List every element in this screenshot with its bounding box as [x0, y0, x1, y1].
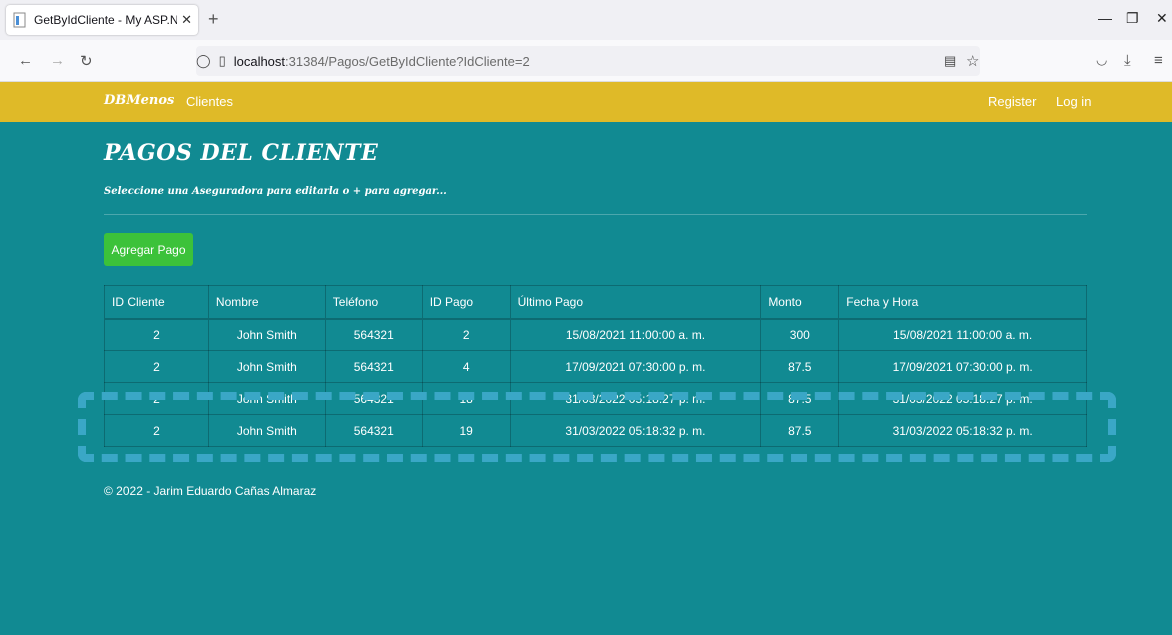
col-header-monto: Monto: [760, 285, 840, 320]
browser-tab[interactable]: GetByIdCliente - My ASP.NET A ✕: [6, 5, 198, 35]
add-payment-button[interactable]: Agregar Pago: [104, 233, 193, 266]
cell-monto: 87.5: [760, 350, 840, 383]
url-host: localhost: [233, 53, 286, 69]
bookmark-star-icon[interactable]: ☆: [966, 52, 979, 70]
menu-icon[interactable]: ≡: [1154, 52, 1163, 69]
cell-id-cliente: 2: [104, 382, 209, 415]
tab-title: GetByIdCliente - My ASP.NET A: [34, 13, 178, 27]
page-title: PAGOS DEL CLIENTE: [104, 140, 379, 166]
table-header-row: ID Cliente Nombre Teléfono ID Pago Últim…: [104, 285, 1087, 320]
cell-id-cliente: 2: [104, 414, 209, 447]
cell-telefono: 564321: [324, 382, 423, 415]
cell-fecha-hora: 31/03/2022 05:18:32 p. m.: [838, 414, 1087, 447]
nav-clientes[interactable]: Clientes: [186, 94, 233, 109]
cell-id-pago: 19: [421, 414, 511, 447]
cell-id-cliente: 2: [104, 350, 209, 383]
close-tab-icon[interactable]: ✕: [181, 12, 192, 28]
cell-fecha-hora: 17/09/2021 07:30:00 p. m.: [838, 350, 1087, 383]
browser-tabstrip: GetByIdCliente - My ASP.NET A ✕ + — ❐ ✕: [0, 0, 1172, 40]
cell-telefono: 564321: [324, 350, 423, 383]
url-text[interactable]: localhost:31384/Pagos/GetByIdCliente?IdC…: [234, 54, 530, 69]
cell-ultimo-pago: 31/03/2022 05:18:32 p. m.: [509, 414, 762, 447]
table-row[interactable]: 2 John Smith 564321 18 31/03/2022 05:18:…: [104, 382, 1087, 415]
cell-ultimo-pago: 31/03/2022 05:18:27 p. m.: [509, 382, 762, 415]
cell-id-pago: 4: [421, 350, 511, 383]
cell-telefono: 564321: [324, 414, 423, 447]
cell-monto: 87.5: [760, 382, 840, 415]
cell-monto: 87.5: [760, 414, 840, 447]
col-header-telefono: Teléfono: [324, 285, 423, 320]
col-header-fecha-hora: Fecha y Hora: [838, 285, 1087, 320]
cell-ultimo-pago: 17/09/2021 07:30:00 p. m.: [509, 350, 762, 383]
restore-icon[interactable]: ❐: [1126, 10, 1139, 27]
cell-nombre: John Smith: [207, 382, 326, 415]
cell-id-cliente: 2: [104, 318, 209, 351]
shield-icon[interactable]: ◯: [196, 53, 211, 69]
cell-id-pago: 2: [421, 318, 511, 351]
new-tab-icon[interactable]: +: [208, 9, 219, 30]
cell-fecha-hora: 31/03/2022 05:18:27 p. m.: [838, 382, 1087, 415]
close-window-icon[interactable]: ✕: [1156, 10, 1168, 27]
pocket-icon[interactable]: ◡: [1096, 52, 1107, 68]
reload-icon[interactable]: ↻: [80, 52, 93, 70]
divider: [104, 214, 1087, 215]
browser-toolbar: ← → ↻ ◯ ▯ localhost:31384/Pagos/GetByIdC…: [0, 40, 1172, 82]
brand-link[interactable]: DBMenos: [104, 93, 174, 108]
cell-ultimo-pago: 15/08/2021 11:00:00 a. m.: [509, 318, 762, 351]
page-subtitle: Seleccione una Aseguradora para editarla…: [104, 186, 447, 197]
app-navbar: DBMenos Clientes Register Log in: [0, 82, 1172, 122]
cell-fecha-hora: 15/08/2021 11:00:00 a. m.: [838, 318, 1087, 351]
login-link[interactable]: Log in: [1056, 94, 1091, 109]
cell-telefono: 564321: [324, 318, 423, 351]
forward-icon[interactable]: →: [50, 52, 65, 69]
cell-nombre: John Smith: [207, 350, 326, 383]
minimize-icon[interactable]: —: [1098, 10, 1112, 26]
col-header-ultimo-pago: Último Pago: [509, 285, 762, 320]
cell-nombre: John Smith: [207, 414, 326, 447]
url-path: :31384/Pagos/GetByIdCliente?IdCliente=2: [285, 53, 530, 69]
cell-id-pago: 18: [421, 382, 511, 415]
address-bar[interactable]: ◯ ▯ localhost:31384/Pagos/GetByIdCliente…: [196, 46, 980, 76]
register-link[interactable]: Register: [988, 94, 1036, 109]
download-icon[interactable]: ⤓: [1124, 52, 1131, 69]
payments-table: ID Cliente Nombre Teléfono ID Pago Últim…: [104, 285, 1087, 447]
cell-nombre: John Smith: [207, 318, 326, 351]
col-header-nombre: Nombre: [207, 285, 326, 320]
col-header-id-cliente: ID Cliente: [104, 285, 209, 320]
back-icon[interactable]: ←: [18, 52, 33, 69]
page-icon: [12, 12, 28, 28]
table-row[interactable]: 2 John Smith 564321 19 31/03/2022 05:18:…: [104, 414, 1087, 447]
cell-monto: 300: [760, 318, 840, 351]
page-info-icon[interactable]: ▯: [219, 53, 226, 69]
reader-view-icon[interactable]: ▤: [944, 53, 956, 69]
table-row[interactable]: 2 John Smith 564321 2 15/08/2021 11:00:0…: [104, 318, 1087, 351]
col-header-id-pago: ID Pago: [421, 285, 511, 320]
table-row[interactable]: 2 John Smith 564321 4 17/09/2021 07:30:0…: [104, 350, 1087, 383]
footer-copyright: © 2022 - Jarim Eduardo Cañas Almaraz: [104, 484, 317, 498]
